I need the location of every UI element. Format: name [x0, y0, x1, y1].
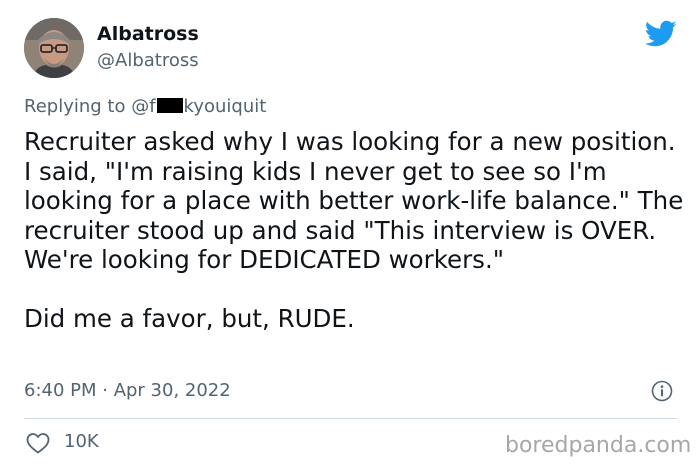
tweet-text: Recruiter asked why I was looking for a … — [24, 127, 684, 334]
tweet-paragraph: Did me a favor, but, RUDE. — [24, 304, 355, 333]
tweet-paragraph: Recruiter asked why I was looking for a … — [24, 127, 684, 274]
tweet-card: Albatross @Albatross Replying to @f kyoui… — [0, 0, 700, 471]
replying-to-label: Replying to — [24, 96, 132, 117]
twitter-bird-icon[interactable] — [645, 20, 677, 48]
display-name[interactable]: Albatross — [97, 21, 199, 47]
reply-handle-start[interactable]: @f — [131, 96, 155, 117]
like-count[interactable]: 10K — [64, 430, 99, 454]
divider — [24, 418, 677, 419]
redaction-bar — [156, 98, 183, 113]
tweet-timestamp[interactable]: 6:40 PM · Apr 30, 2022 — [24, 379, 231, 403]
heart-icon[interactable] — [25, 431, 51, 455]
replying-to: Replying to @f kyouiquit — [24, 95, 266, 119]
avatar[interactable] — [24, 18, 84, 78]
reply-handle-end[interactable]: kyouiquit — [184, 96, 267, 117]
info-icon[interactable] — [651, 380, 673, 402]
watermark: boredpanda.com — [505, 433, 692, 458]
user-handle[interactable]: @Albatross — [97, 49, 199, 73]
